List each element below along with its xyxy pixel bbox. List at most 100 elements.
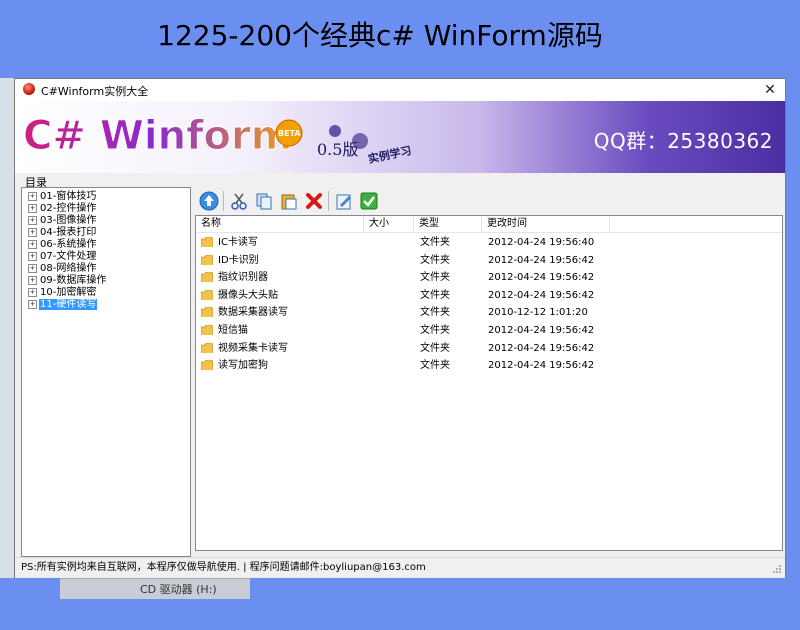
cell-modified: 2012-04-24 19:56:42 [488,254,595,266]
toolbar [195,187,783,216]
cell-name: 视频采集卡读写 [218,342,288,354]
expand-icon[interactable]: + [28,251,37,261]
ok-icon[interactable] [358,190,380,212]
tree-item-label: 04-报表打印 [40,227,97,238]
version-label: 0.5版 [317,140,358,159]
tree-item[interactable]: +08-网络操作 [22,263,190,275]
tree-item[interactable]: +03-图像操作 [22,215,190,227]
folder-icon [201,254,213,265]
folder-icon [201,325,213,335]
tree-item[interactable]: +11-硬件读写 [22,299,190,311]
tree-item-label: 08-网络操作 [40,263,97,274]
cell-name: ID卡识别 [218,254,259,266]
list-row[interactable]: 摄像头大头贴 文件夹 2012-04-24 19:56:42 [196,287,782,304]
cell-type: 文件夹 [420,360,450,372]
cell-modified: 2012-04-24 19:56:42 [488,342,595,354]
cell-modified: 2012-04-24 19:56:42 [488,325,595,336]
page-title: 1225-200个经典c# WinForm源码 [157,19,603,52]
close-button[interactable]: ✕ [755,79,785,101]
background-drive-label: CD 驱动器 (H:) [140,583,217,596]
expand-icon[interactable]: + [28,287,37,297]
cut-icon[interactable] [228,190,250,212]
tree-item[interactable]: +04-报表打印 [22,227,190,239]
status-bar: PS:所有实例均来自互联网，本程序仅做导航使用. | 程序问题请邮件:boyli… [15,557,785,578]
list-row[interactable]: ID卡识别 文件夹 2012-04-24 19:56:42 [196,252,782,269]
delete-icon[interactable] [303,190,325,212]
logo-text: C# Winform [23,113,292,159]
expand-icon[interactable]: + [28,263,37,273]
expand-icon[interactable]: + [28,191,37,201]
paste-icon[interactable] [278,190,300,212]
cell-type: 文件夹 [420,272,450,284]
cell-type: 文件夹 [420,342,450,354]
expand-icon[interactable]: + [28,215,37,225]
column-header[interactable]: 大小 [364,216,414,232]
folder-icon [201,289,213,300]
tree-item-label: 10-加密解密 [40,287,97,298]
banner: C# Winform BETA 0.5版 实例学习 QQ群：25380362 [15,101,785,173]
tree-item-label: 06-系统操作 [40,239,97,250]
folder-icon [201,237,213,247]
cell-modified: 2012-04-24 19:56:42 [488,360,595,372]
list-row[interactable]: IC卡读写 文件夹 2012-04-24 19:56:40 [196,234,782,251]
list-row[interactable]: 数据采集器读写 文件夹 2010-12-12 1:01:20 [196,304,782,321]
list-header: 名称 大小 类型 更改时间 [196,216,782,233]
file-list[interactable]: 名称 大小 类型 更改时间 IC卡读写 文件夹 2012-04-24 19:56:40 ID… [195,215,783,551]
resize-grip-icon[interactable] [772,564,782,574]
list-row[interactable]: 视频采集卡读写 文件夹 2012-04-24 19:56:42 [196,340,782,357]
expand-icon[interactable]: + [28,227,37,237]
title-bar[interactable]: C#Winform实例大全 ✕ [15,79,785,101]
cell-name: 指纹识别器 [218,272,268,284]
cell-name: 数据采集器读写 [218,307,288,319]
background-taskbar-peek: CD 驱动器 (H:) [60,578,250,599]
cell-modified: 2012-04-24 19:56:40 [488,237,595,248]
expand-icon[interactable]: + [28,275,37,285]
expand-icon[interactable]: + [28,203,37,213]
edit-icon[interactable] [333,190,355,212]
column-header[interactable]: 类型 [414,216,482,232]
tree-item[interactable]: +06-系统操作 [22,239,190,251]
expand-icon[interactable]: + [28,239,37,249]
tree-item-label: 02-控件操作 [40,203,97,214]
category-tree[interactable]: +01-窗体技巧 +02-控件操作 +03-图像操作 +04-报表打印 +06-系统操作… [21,187,191,557]
cell-type: 文件夹 [420,325,450,336]
folder-icon [201,360,213,371]
cell-type: 文件夹 [420,307,450,319]
cell-modified: 2010-12-12 1:01:20 [488,307,588,319]
cell-modified: 2012-04-24 19:56:42 [488,289,595,301]
list-row[interactable]: 短信猫 文件夹 2012-04-24 19:56:42 [196,322,782,339]
cell-name: 短信猫 [218,325,248,336]
tree-item-label: 09-数据库操作 [40,275,107,286]
cell-type: 文件夹 [420,254,450,266]
tree-item[interactable]: +09-数据库操作 [22,275,190,287]
copy-icon[interactable] [253,190,275,212]
desktop-background-strip [0,78,14,578]
list-row[interactable]: 指纹识别器 文件夹 2012-04-24 19:56:42 [196,269,782,286]
tree-item[interactable]: +07-文件处理 [22,251,190,263]
tree-item-label: 07-文件处理 [40,251,97,262]
toolbar-separator [223,191,224,211]
tree-item[interactable]: +01-窗体技巧 [22,191,190,203]
toolbar-separator [328,191,329,211]
column-header[interactable]: 名称 [196,216,364,232]
status-text: PS:所有实例均来自互联网，本程序仅做导航使用. | 程序问题请邮件:boyli… [21,562,426,573]
expand-icon[interactable]: + [28,299,37,309]
tree-item[interactable]: +10-加密解密 [22,287,190,299]
cell-modified: 2012-04-24 19:56:42 [488,272,595,284]
app-icon [23,83,35,95]
tree-item-label: 03-图像操作 [40,215,97,226]
column-header[interactable]: 更改时间 [482,216,610,232]
folder-icon [201,342,213,353]
cell-type: 文件夹 [420,289,450,301]
tree-item[interactable]: +02-控件操作 [22,203,190,215]
list-row[interactable]: 读写加密狗 文件夹 2012-04-24 19:56:42 [196,357,782,374]
app-window: C#Winform实例大全 ✕ C# Winform BETA 0.5版 实例学… [14,78,786,578]
cell-name: 读写加密狗 [218,360,268,372]
cell-type: 文件夹 [420,237,450,248]
banner-subtitle: 实例学习 [367,143,413,166]
folder-icon [201,272,213,283]
qq-group-text: QQ群：25380362 [593,129,773,153]
window-title: C#Winform实例大全 [41,85,149,98]
folder-icon [201,307,213,318]
up-arrow-icon[interactable] [198,190,220,212]
